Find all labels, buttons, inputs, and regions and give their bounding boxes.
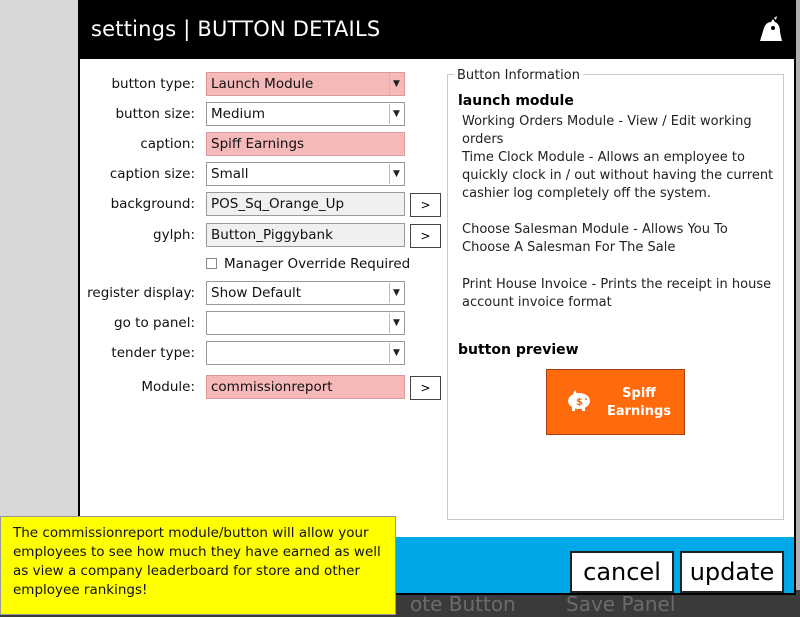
background-browse-button[interactable]: >: [410, 193, 441, 217]
background-app-right: [796, 0, 800, 617]
chevron-down-icon[interactable]: ▼: [389, 104, 403, 124]
module-label: Module:: [141, 379, 195, 395]
preview-heading: button preview: [458, 342, 579, 358]
chevron-down-icon[interactable]: ▼: [389, 283, 403, 303]
module-browse-button[interactable]: >: [410, 376, 441, 400]
caption-label: caption:: [140, 136, 195, 152]
button-type-label: button type:: [111, 76, 195, 92]
go-to-panel-select[interactable]: ▼: [206, 311, 405, 335]
app-logo-icon: [760, 16, 782, 41]
register-display-value: Show Default: [211, 285, 302, 301]
button-type-select[interactable]: Launch Module ▼: [206, 72, 405, 96]
register-display-label: register display:: [87, 285, 195, 301]
caption-value: Spiff Earnings: [211, 136, 305, 152]
button-size-select[interactable]: Medium ▼: [206, 102, 405, 126]
dialog-titlebar: settings | BUTTON DETAILS: [80, 2, 794, 59]
chevron-down-icon[interactable]: ▼: [389, 343, 403, 363]
register-display-select[interactable]: Show Default ▼: [206, 281, 405, 305]
background-app-text-left: ote Button: [410, 592, 516, 616]
background-label: background:: [110, 196, 195, 212]
caption-input[interactable]: Spiff Earnings: [206, 132, 405, 156]
background-app-text-right: Save Panel: [566, 592, 676, 616]
chevron-down-icon[interactable]: ▼: [389, 164, 403, 184]
tender-type-select[interactable]: ▼: [206, 341, 405, 365]
caption-size-value: Small: [211, 166, 249, 182]
background-input[interactable]: POS_Sq_Orange_Up: [206, 192, 405, 216]
caption-size-label: caption size:: [109, 166, 195, 182]
dialog-title: settings | BUTTON DETAILS: [91, 17, 381, 41]
gylph-value: Button_Piggybank: [211, 227, 333, 243]
update-button[interactable]: update: [680, 551, 784, 593]
piggybank-icon: $: [568, 390, 590, 411]
gylph-browse-button[interactable]: >: [410, 224, 441, 248]
button-details-dialog: settings | BUTTON DETAILS button type: L…: [78, 0, 796, 595]
info-line: Choose Salesman Module - Allows You To C…: [462, 222, 728, 255]
chevron-down-icon[interactable]: ▼: [389, 313, 403, 333]
module-input[interactable]: commissionreport: [206, 375, 405, 399]
gylph-input[interactable]: Button_Piggybank: [206, 223, 405, 247]
manager-override-checkbox[interactable]: [206, 258, 217, 269]
module-value: commissionreport: [211, 379, 333, 395]
button-information-legend: Button Information: [454, 68, 583, 83]
preview-caption: Spiff Earnings: [606, 386, 672, 419]
help-tooltip: The commissionreport module/button will …: [0, 516, 396, 615]
svg-text:$: $: [576, 397, 583, 408]
info-heading: launch module: [458, 93, 574, 109]
manager-override-label: Manager Override Required: [224, 256, 411, 272]
chevron-down-icon[interactable]: ▼: [389, 74, 403, 94]
button-preview[interactable]: $ Spiff Earnings: [546, 369, 685, 435]
gylph-label: gylph:: [153, 227, 195, 243]
cancel-button[interactable]: cancel: [570, 551, 674, 593]
button-size-label: button size:: [115, 106, 195, 122]
button-size-value: Medium: [211, 106, 265, 122]
tender-type-label: tender type:: [111, 345, 195, 361]
button-type-value: Launch Module: [211, 76, 314, 92]
go-to-panel-label: go to panel:: [114, 315, 195, 331]
info-line: Time Clock Module - Allows an employee t…: [462, 150, 774, 201]
background-value: POS_Sq_Orange_Up: [211, 196, 345, 212]
info-line: Working Orders Module - View / Edit work…: [462, 114, 752, 147]
caption-size-select[interactable]: Small ▼: [206, 162, 405, 186]
info-line: Print House Invoice - Prints the receipt…: [462, 277, 772, 310]
